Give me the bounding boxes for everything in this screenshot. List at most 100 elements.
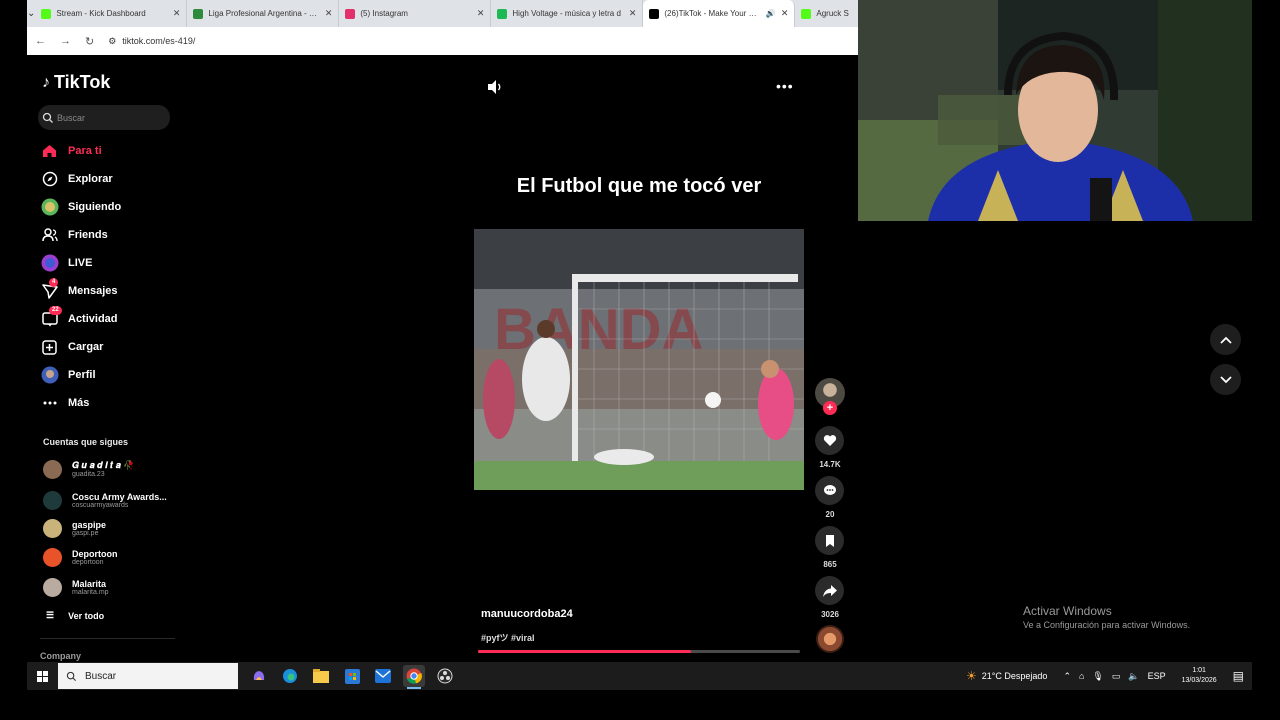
share-icon <box>822 584 837 597</box>
start-button[interactable] <box>27 662 58 690</box>
avatar <box>43 490 62 510</box>
account-handle: deportoon <box>72 558 104 566</box>
following-account[interactable]: 𝑮 𝒖 𝒂 𝒅 𝒊 𝒕 𝒂 🥀 guadita.23 <box>43 457 178 481</box>
weather-text: 21°C Despejado <box>981 671 1048 681</box>
activity-icon: 22 <box>40 305 62 329</box>
network-icon[interactable]: ⌂ <box>1079 671 1084 681</box>
following-account[interactable]: Malarita malarita.mp <box>43 575 178 599</box>
display-icon[interactable]: ▭ <box>1112 671 1121 682</box>
tiktok-logo[interactable]: ♪ TikTok <box>42 72 110 93</box>
following-title: Cuentas que sigues <box>43 437 129 447</box>
tab-favicon-icon <box>193 8 204 19</box>
site-info-icon[interactable]: ⚙ <box>108 36 116 47</box>
back-icon[interactable]: ← <box>35 35 46 47</box>
sidebar-item-actividad[interactable]: 22 Actividad <box>40 305 180 333</box>
browser-tabstrip: ⌄ Stream - Kick Dashboard ✕ Liga Profesion… <box>27 0 858 27</box>
sidebar-item-friends[interactable]: Friends <box>40 221 180 249</box>
follow-plus-icon[interactable]: + <box>823 401 837 415</box>
following-account[interactable]: Coscu Army Awards... coscuarmyawards <box>43 488 178 512</box>
tab-favicon-icon <box>801 8 812 19</box>
share-button[interactable] <box>815 576 844 605</box>
weather-widget[interactable]: ☀ 21°C Despejado <box>966 669 1047 683</box>
account-name: Deportoon <box>72 548 118 559</box>
following-account[interactable]: Deportoon deportoon <box>43 545 178 569</box>
chevron-up-icon <box>1219 336 1232 344</box>
language-indicator[interactable]: ESP <box>1148 671 1166 681</box>
sidebar-item-siguiendo[interactable]: Siguiendo <box>40 193 180 221</box>
browser-tab[interactable]: (26)TikTok - Make Your Day 🔊 ✕ <box>643 0 796 27</box>
forward-icon[interactable]: → <box>60 35 71 47</box>
tiktok-search-input[interactable]: Buscar <box>38 105 170 130</box>
tab-favicon-icon <box>649 8 660 19</box>
tab-title: Stream - Kick Dashboard <box>56 9 146 18</box>
taskbar-search-icon <box>66 671 77 681</box>
account-name: gaspipe <box>72 519 107 530</box>
screen: ⌄ Stream - Kick Dashboard ✕ Liga Profesion… <box>0 0 1280 720</box>
store-icon[interactable] <box>341 665 363 687</box>
tab-close-icon[interactable]: ✕ <box>781 8 789 19</box>
previous-video-button[interactable] <box>1210 324 1241 355</box>
sidebar-item-perfil[interactable]: Perfil <box>40 361 180 389</box>
sidebar-item-para-ti[interactable]: Para ti <box>40 137 180 165</box>
video-author[interactable]: manuucordoba24 <box>481 608 573 620</box>
avatar <box>43 547 62 567</box>
tab-search-chevron-icon[interactable]: ⌄ <box>27 0 35 27</box>
taskbar-search-input[interactable]: Buscar <box>58 663 238 689</box>
comment-icon <box>823 485 836 495</box>
like-button[interactable] <box>815 426 844 455</box>
volume-icon[interactable] <box>486 79 504 95</box>
obs-icon[interactable] <box>434 665 456 687</box>
tab-close-icon[interactable]: ✕ <box>477 8 485 19</box>
following-account[interactable]: gaspipe gaspi.pe <box>43 516 178 540</box>
sidebar-item-cargar[interactable]: Cargar <box>40 333 180 361</box>
upload-icon <box>40 338 59 357</box>
more-options-icon[interactable]: ••• <box>776 79 794 93</box>
bookmark-icon <box>825 534 834 547</box>
save-button[interactable] <box>815 526 844 555</box>
clock[interactable]: 1:01 13/03/2026 <box>1182 666 1217 686</box>
tab-close-icon[interactable]: ✕ <box>325 8 333 19</box>
url-field[interactable]: ⚙ tiktok.com/es-419/ <box>108 36 195 47</box>
microphone-icon[interactable]: 🎙 <box>1092 671 1103 682</box>
sidebar-item-live[interactable]: LIVE <box>40 249 180 277</box>
video-tags[interactable]: #pyfツ #viral <box>481 631 535 644</box>
video-player[interactable]: BANDA <box>474 229 804 490</box>
browser-tab[interactable]: High Voltage - música y letra d ✕ <box>491 0 644 27</box>
file-explorer-icon[interactable] <box>310 665 332 687</box>
mail-icon[interactable] <box>372 665 394 687</box>
browser-tab[interactable]: Liga Profesional Argentina - PC ✕ <box>187 0 340 27</box>
svg-text:BANDA: BANDA <box>494 297 703 362</box>
sidebar-divider <box>40 638 175 639</box>
friends-icon <box>40 226 59 245</box>
sidebar-item-label: Perfil <box>68 369 96 381</box>
browser-tab[interactable]: Stream - Kick Dashboard ✕ <box>35 0 188 27</box>
company-link[interactable]: Company <box>40 651 81 661</box>
notification-badge: 4 <box>49 277 59 287</box>
sidebar-item-mensajes[interactable]: 4 Mensajes <box>40 277 180 305</box>
tab-close-icon[interactable]: ✕ <box>629 8 637 19</box>
tab-close-icon[interactable]: ✕ <box>173 8 181 19</box>
speaker-icon[interactable]: 🔈 <box>1128 671 1139 682</box>
sidebar-item-explorar[interactable]: Explorar <box>40 165 180 193</box>
sidebar-item-m-s[interactable]: Más <box>40 389 180 417</box>
music-disc-icon[interactable] <box>816 625 844 653</box>
account-handle: guadita.23 <box>72 471 105 478</box>
tab-audio-icon[interactable]: 🔊 <box>766 9 776 18</box>
copilot-icon[interactable] <box>248 665 270 687</box>
chrome-icon[interactable] <box>403 665 425 689</box>
notifications-icon[interactable]: ▤ <box>1233 669 1244 683</box>
home-icon <box>40 142 59 161</box>
browser-tab[interactable]: (5) Instagram ✕ <box>339 0 492 27</box>
weather-icon: ☀ <box>966 669 977 683</box>
video-progress-bar[interactable] <box>478 650 800 653</box>
see-all-label: Ver todo <box>68 610 105 621</box>
see-all-button[interactable]: ☰ Ver todo <box>46 610 104 621</box>
tab-title: (26)TikTok - Make Your Day <box>664 9 761 18</box>
next-video-button[interactable] <box>1210 364 1241 395</box>
comment-button[interactable] <box>815 476 844 505</box>
browser-tab[interactable]: Agruck S <box>795 0 858 27</box>
reload-icon[interactable]: ↻ <box>85 35 94 48</box>
edge-icon[interactable] <box>279 665 301 687</box>
tray-overflow-chevron-icon[interactable]: ⌃ <box>1063 671 1071 682</box>
activate-windows-title: Activar Windows <box>1023 604 1112 618</box>
